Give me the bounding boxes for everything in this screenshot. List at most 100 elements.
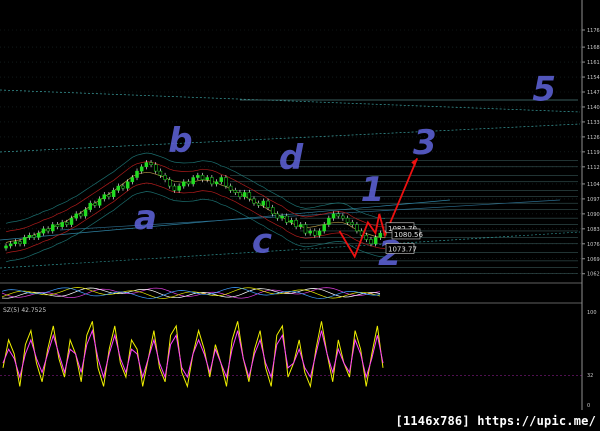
candle-body xyxy=(111,190,116,198)
candle-body xyxy=(55,224,60,227)
candle-body xyxy=(317,230,322,236)
wave-annotation: 2 xyxy=(378,234,402,274)
candle-body xyxy=(284,215,289,223)
wave-annotation: 1 xyxy=(361,170,385,210)
candle-body xyxy=(37,232,41,238)
chart-window: 5b3d1ac2 1082.701080.561073.77 117611681… xyxy=(0,0,600,431)
candle-body xyxy=(299,224,303,227)
candle-body xyxy=(8,243,13,247)
price-label-text: 1080.56 xyxy=(394,231,423,239)
price-tick-label: 1112 xyxy=(587,165,600,171)
price-tick-label: 1062 xyxy=(587,272,600,278)
candle-body xyxy=(60,222,64,227)
candle-body xyxy=(210,177,214,185)
price-tick-label: 1176 xyxy=(587,28,600,34)
candle-body xyxy=(41,228,46,234)
candle-body xyxy=(107,194,111,198)
candle-body xyxy=(121,185,125,189)
candle-body xyxy=(13,241,18,245)
candle-body xyxy=(135,170,139,178)
candle-body xyxy=(373,237,378,245)
candle-body xyxy=(313,230,317,236)
price-tick-label: 1133 xyxy=(587,120,600,126)
price-tick-label: 1140 xyxy=(587,105,600,111)
candle-body xyxy=(51,224,55,232)
price-tick-label: 1090 xyxy=(587,212,600,218)
candle-body xyxy=(345,217,350,223)
wave-annotation: a xyxy=(134,198,157,238)
candle-body xyxy=(172,185,177,191)
candle-body xyxy=(308,230,312,234)
candle-body xyxy=(200,175,205,180)
wave-annotation: 3 xyxy=(413,123,437,163)
price-tick-label: 1168 xyxy=(587,45,600,51)
candle-body xyxy=(252,198,256,204)
candle-body xyxy=(144,162,149,168)
oscillator-tick-label: 0 xyxy=(587,403,590,409)
oscillator-tick-label: 32 xyxy=(587,373,593,379)
candle-body xyxy=(214,181,219,185)
candle-body xyxy=(364,234,369,240)
price-tick-label: 1126 xyxy=(587,135,600,141)
candle-body xyxy=(205,177,209,180)
candle-body xyxy=(186,181,191,185)
candle-body xyxy=(139,166,144,172)
candle-body xyxy=(341,215,345,219)
candle-body xyxy=(88,202,92,210)
price-tick-label: 1104 xyxy=(587,182,600,188)
candle-body xyxy=(93,202,97,206)
candle-body xyxy=(294,220,298,227)
candle-body xyxy=(177,185,181,191)
price-tick-label: 1076 xyxy=(587,242,600,248)
candle-body xyxy=(233,190,238,193)
price-tick-label: 1097 xyxy=(587,197,600,203)
candle-body xyxy=(69,217,74,225)
candle-body xyxy=(130,177,135,183)
candle-body xyxy=(247,192,252,200)
candle-body xyxy=(322,224,326,232)
candle-body xyxy=(163,175,167,180)
price-tick-label: 1069 xyxy=(587,257,600,263)
candle-body xyxy=(280,215,284,219)
candle-body xyxy=(369,239,373,245)
price-tick-label: 1161 xyxy=(587,60,600,66)
candle-body xyxy=(242,192,247,198)
candle-body xyxy=(261,200,266,206)
price-tick-label: 1083 xyxy=(587,227,600,233)
candle-body xyxy=(22,237,27,245)
wave-annotation: c xyxy=(252,221,272,261)
candle-body xyxy=(18,241,22,245)
wave-annotation: b xyxy=(168,121,192,161)
candle-body xyxy=(102,194,107,200)
wave-annotation: d xyxy=(279,138,304,178)
candle-body xyxy=(116,185,121,191)
candle-body xyxy=(46,228,50,232)
oscillator-tick-label: 100 xyxy=(587,310,597,316)
candle-body xyxy=(224,177,228,187)
indicator-title: SZ(5) 42.7525 xyxy=(3,307,46,314)
candle-body xyxy=(303,224,308,234)
candle-body xyxy=(125,181,130,189)
candle-body xyxy=(83,209,88,217)
price-label-text: 1073.77 xyxy=(388,245,417,253)
price-tick-label: 1147 xyxy=(587,90,600,96)
candle-body xyxy=(275,213,280,219)
candle-body xyxy=(168,179,172,187)
candle-body xyxy=(191,177,195,185)
candle-body xyxy=(182,181,186,187)
candle-body xyxy=(238,192,242,198)
candle-body xyxy=(74,213,78,219)
candle-body xyxy=(158,170,163,176)
price-tick-label: 1154 xyxy=(587,75,600,81)
image-caption: [1146x786] https://upic.me/ xyxy=(395,414,596,428)
price-tick-label: 1119 xyxy=(587,150,600,156)
candle-body xyxy=(149,162,153,165)
candle-body xyxy=(196,175,200,178)
candle-body xyxy=(97,198,102,206)
candle-body xyxy=(4,245,8,249)
candle-body xyxy=(256,202,261,206)
candle-body xyxy=(336,213,340,217)
wave-annotation: 5 xyxy=(532,70,556,110)
candle-body xyxy=(327,217,331,225)
candle-body xyxy=(79,213,83,217)
